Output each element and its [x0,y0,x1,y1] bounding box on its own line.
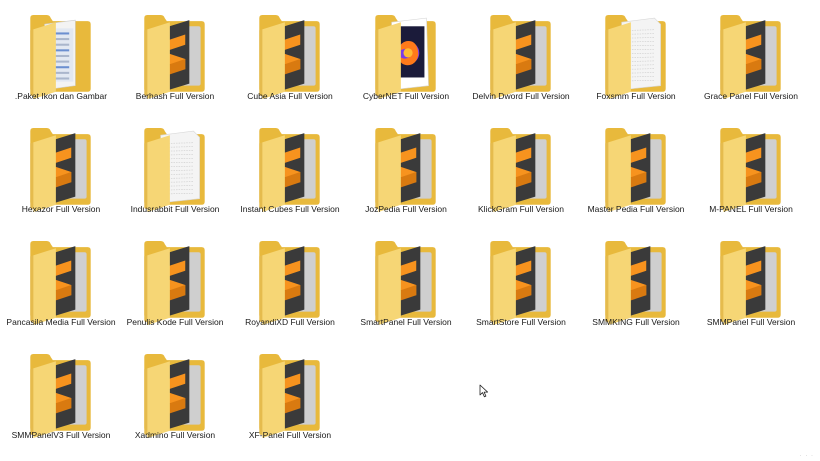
folder-item[interactable]: Berhash Full Version [118,0,232,108]
folder-sublime-icon [30,354,91,438]
folder-label: Hexazor Full Version [21,204,101,214]
folder-label: Xadmino Full Version [134,430,216,440]
folder-paper-icon [605,15,666,99]
folder-item[interactable]: Penulis Kode Full Version [118,226,232,334]
folder-item[interactable]: Pancasila Media Full Version [4,226,118,334]
folder-label: JozPedia Full Version [365,204,447,214]
folder-label: Delvin Dword Full Version [472,91,570,101]
folder-label: SMMPanel Full Version [706,317,796,327]
folder-label: Grace Panel Full Version [703,91,799,101]
folder-paper-icon [144,128,205,212]
folder-label: Berhash Full Version [135,91,215,101]
folder-item[interactable]: SMMPanel Full Version [694,226,808,334]
folder-item[interactable]: Xadmino Full Version [118,339,232,447]
folder-sublime-icon [490,15,551,99]
folder-label: Penulis Kode Full Version [126,317,224,327]
folder-label: .Paket Ikon dan Gambar [14,91,108,101]
folder-sublime-icon [720,241,781,325]
folder-item[interactable]: Foxsmm Full Version [579,0,693,108]
folder-sublime-icon [259,241,320,325]
folder-label: KlickGram Full Version [478,204,564,214]
folder-label: XF-Panel Full Version [248,430,332,440]
status-indicator: · · · [799,453,814,459]
folder-label: SmartStore Full Version [476,317,566,327]
mouse-pointer-icon [479,384,488,398]
folder-item[interactable]: SMMKING Full Version [579,226,693,334]
folder-sublime-icon [605,241,666,325]
folder-label: Indusrabbit Full Version [130,204,220,214]
folder-sublime-icon [720,15,781,99]
folder-sublime-icon [144,15,205,99]
folder-sublime-icon [259,15,320,99]
folder-item[interactable]: Instant Cubes Full Version [233,113,347,221]
folder-sublime-icon [144,354,205,438]
folder-label: SMMPanelV3 Full Version [11,430,111,440]
folder-sublime-icon [375,241,436,325]
folder-item[interactable]: Cube Asia Full Version [233,0,347,108]
folder-item[interactable]: KlickGram Full Version [464,113,578,221]
folder-item[interactable]: XF-Panel Full Version [233,339,347,447]
folder-item[interactable]: Indusrabbit Full Version [118,113,232,221]
folder-sublime-icon [375,128,436,212]
folder-item[interactable]: Master Pedia Full Version [579,113,693,221]
folder-sublime-icon [30,241,91,325]
folder-firefox-icon [375,15,436,99]
folder-item[interactable]: M-PANEL Full Version [694,113,808,221]
folder-label: M-PANEL Full Version [709,204,793,214]
folder-label: Pancasila Media Full Version [6,317,116,327]
folder-item[interactable]: JozPedia Full Version [349,113,463,221]
folder-sublime-icon [490,241,551,325]
folder-label: Cube Asia Full Version [247,91,333,101]
folder-sublime-icon [490,128,551,212]
folder-label: SMMKING Full Version [592,317,680,327]
folder-item[interactable]: Hexazor Full Version [4,113,118,221]
folder-sublime-icon [144,241,205,325]
folder-label: Foxsmm Full Version [596,91,676,101]
folder-sublime-icon [30,128,91,212]
folder-item[interactable]: SmartPanel Full Version [349,226,463,334]
folder-item[interactable]: Delvin Dword Full Version [464,0,578,108]
folder-item[interactable]: SmartStore Full Version [464,226,578,334]
folder-label: Master Pedia Full Version [587,204,685,214]
folder-label: SmartPanel Full Version [360,317,452,327]
folder-item[interactable]: RoyandiXD Full Version [233,226,347,334]
folder-item[interactable]: CyberNET Full Version [349,0,463,108]
folder-item[interactable]: .Paket Ikon dan Gambar [4,0,118,108]
folder-sublime-icon [259,354,320,438]
folder-item[interactable]: Grace Panel Full Version [694,0,808,108]
folder-sublime-icon [605,128,666,212]
folder-grid: .Paket Ikon dan Gambar Berhash Full Versi… [0,0,820,461]
folder-sublime-icon [259,128,320,212]
folder-label: Instant Cubes Full Version [240,204,340,214]
folder-sublime-icon [720,128,781,212]
folder-label: CyberNET Full Version [362,91,450,101]
folder-label: RoyandiXD Full Version [245,317,335,327]
folder-item[interactable]: SMMPanelV3 Full Version [4,339,118,447]
folder-docs-icon [30,15,91,99]
